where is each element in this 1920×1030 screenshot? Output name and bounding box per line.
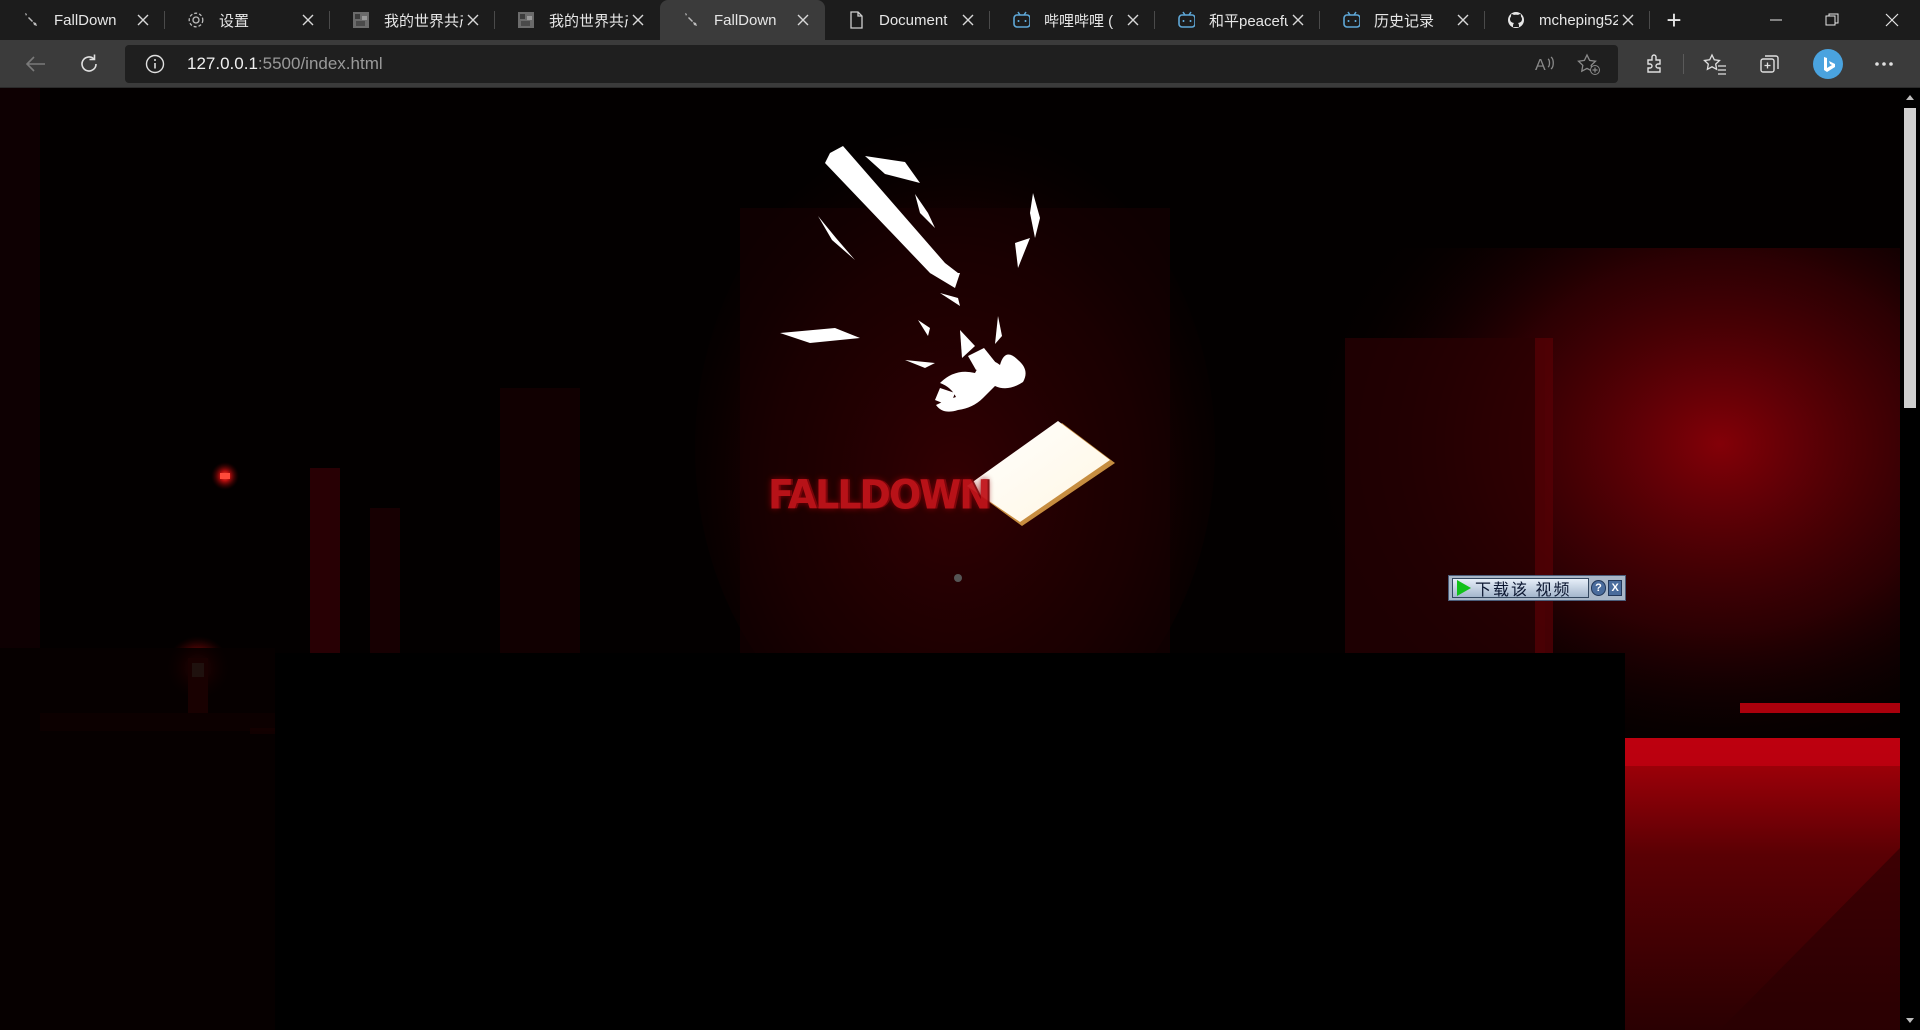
- url-text[interactable]: 127.0.0.1:5500/index.html: [187, 54, 383, 74]
- falldown-favicon-icon: [22, 11, 40, 29]
- video-download-bar: 下载该 视频 ? X: [1448, 575, 1626, 601]
- github-icon: [1507, 11, 1525, 29]
- arrow-left-icon: [25, 56, 45, 72]
- falldown-favicon-icon: [682, 11, 700, 29]
- tab-close-icon[interactable]: [463, 10, 483, 30]
- tab-close-icon[interactable]: [133, 10, 153, 30]
- minimize-icon: [1770, 19, 1782, 21]
- tab-8[interactable]: 和平peacefu: [1155, 0, 1320, 40]
- close-window-button[interactable]: [1864, 0, 1920, 40]
- falldown-logo-text: FALLDOWN: [768, 471, 991, 519]
- address-bar[interactable]: 127.0.0.1:5500/index.html A: [125, 45, 1618, 83]
- refresh-icon: [81, 54, 97, 72]
- read-aloud-icon[interactable]: A: [1533, 52, 1557, 76]
- browser-toolbar: 127.0.0.1:5500/index.html A: [0, 40, 1920, 88]
- close-download-bar-button[interactable]: X: [1608, 580, 1623, 596]
- tab-title: 和平peacefu: [1209, 12, 1288, 30]
- bilibili-icon: [1342, 11, 1360, 29]
- more-menu-icon[interactable]: [1872, 52, 1896, 76]
- minimize-button[interactable]: [1748, 0, 1804, 40]
- tab-title: FallDown: [714, 11, 777, 29]
- gear-icon: [187, 11, 205, 29]
- tab-close-icon[interactable]: [628, 10, 648, 30]
- tab-4[interactable]: 我的世界共产: [495, 0, 660, 40]
- document-icon: [847, 11, 865, 29]
- tab-title: FallDown: [54, 11, 117, 29]
- new-tab-button[interactable]: +: [1650, 0, 1698, 40]
- extensions-icon[interactable]: [1643, 52, 1667, 76]
- tab-title: 我的世界共产: [549, 12, 628, 30]
- collections-icon[interactable]: [1758, 52, 1782, 76]
- page-viewport: FALLDOWN 下载该 视频 ? X: [0, 88, 1900, 1030]
- loading-dot: [954, 574, 962, 582]
- tab-title: 我的世界共产: [384, 12, 463, 30]
- back-button[interactable]: [17, 48, 53, 80]
- tab-close-icon[interactable]: [1288, 10, 1308, 30]
- minecraft-favicon-icon: [517, 11, 535, 29]
- vertical-scrollbar[interactable]: [1900, 88, 1920, 1030]
- profile-avatar[interactable]: [1813, 49, 1843, 79]
- bilibili-icon: [1012, 11, 1030, 29]
- tab-close-icon[interactable]: [793, 10, 813, 30]
- tab-title: Document: [879, 11, 948, 29]
- tab-title: mcheping52: [1539, 11, 1618, 29]
- game-scene: [0, 88, 1900, 1030]
- bing-icon: [1824, 57, 1835, 72]
- svg-text:A: A: [1535, 57, 1546, 74]
- tab-strip: FallDown 设置 我的世界共产 我的世界共产 FallDown Document 哔哩…: [0, 0, 1920, 40]
- info-icon[interactable]: [145, 54, 165, 74]
- scroll-thumb[interactable]: [1904, 108, 1916, 408]
- close-icon: [1885, 13, 1899, 27]
- download-video-label: 下载该 视频: [1475, 582, 1572, 599]
- restore-button[interactable]: [1804, 0, 1860, 40]
- tab-6[interactable]: Document: [825, 0, 990, 40]
- tab-close-icon[interactable]: [298, 10, 318, 30]
- add-favorite-icon[interactable]: [1577, 52, 1601, 76]
- url-path: :5500/index.html: [257, 54, 383, 73]
- tab-title: 设置: [219, 12, 250, 30]
- tab-9[interactable]: 历史记录: [1320, 0, 1485, 40]
- url-host: 127.0.0.1: [187, 54, 258, 73]
- tab-2[interactable]: 设置: [165, 0, 330, 40]
- tab-7[interactable]: 哔哩哔哩 (: [990, 0, 1155, 40]
- restore-icon: [1825, 13, 1839, 26]
- help-button[interactable]: ?: [1590, 580, 1607, 596]
- tab-5[interactable]: FallDown: [660, 0, 825, 40]
- tab-10[interactable]: mcheping52: [1485, 0, 1650, 40]
- tab-list: FallDown 设置 我的世界共产 我的世界共产 FallDown Document 哔哩…: [0, 0, 1650, 40]
- tab-3[interactable]: 我的世界共产: [330, 0, 495, 40]
- tab-close-icon[interactable]: [1453, 10, 1473, 30]
- tab-close-icon[interactable]: [1123, 10, 1143, 30]
- bilibili-icon: [1177, 11, 1195, 29]
- scroll-up-arrow-icon[interactable]: [1904, 91, 1916, 103]
- scroll-down-arrow-icon[interactable]: [1904, 1015, 1916, 1027]
- tab-title: 哔哩哔哩 (: [1044, 12, 1114, 30]
- tab-1[interactable]: FallDown: [0, 0, 165, 40]
- refresh-button[interactable]: [71, 48, 107, 80]
- download-video-button[interactable]: 下载该 视频: [1452, 578, 1589, 599]
- tab-title: 历史记录: [1374, 12, 1435, 30]
- favorites-icon[interactable]: [1703, 52, 1727, 76]
- play-icon: [1457, 580, 1471, 596]
- toolbar-divider: [1683, 54, 1684, 74]
- minecraft-favicon-icon: [352, 11, 370, 29]
- tab-close-icon[interactable]: [1618, 10, 1638, 30]
- tab-close-icon[interactable]: [958, 10, 978, 30]
